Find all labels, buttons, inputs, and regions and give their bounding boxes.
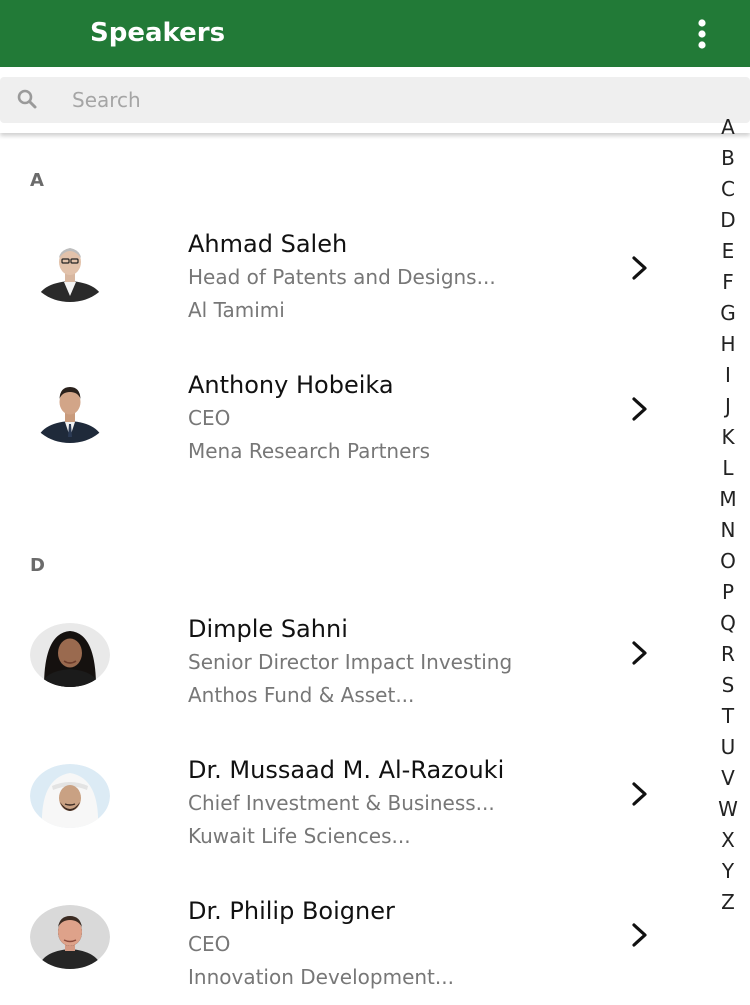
index-letter-p[interactable]: P <box>710 582 746 613</box>
index-letter-w[interactable]: W <box>710 799 746 830</box>
index-letter-v[interactable]: V <box>710 768 746 799</box>
avatar <box>30 238 110 302</box>
index-letter-g[interactable]: G <box>710 303 746 334</box>
avatar <box>30 905 110 969</box>
index-letter-c[interactable]: C <box>710 179 746 210</box>
more-vertical-icon[interactable] <box>686 14 718 54</box>
speaker-title: CEO <box>188 406 231 430</box>
index-letter-y[interactable]: Y <box>710 861 746 892</box>
index-letter-n[interactable]: N <box>710 520 746 551</box>
app-bar: Speakers <box>0 0 750 67</box>
search-input[interactable] <box>72 83 632 117</box>
index-letter-f[interactable]: F <box>710 272 746 303</box>
speaker-name: Dr. Philip Boigner <box>188 897 395 925</box>
speaker-name: Ahmad Saleh <box>188 230 348 258</box>
index-letter-k[interactable]: K <box>710 427 746 458</box>
chevron-right-icon[interactable] <box>628 639 652 667</box>
index-letter-e[interactable]: E <box>710 241 746 272</box>
index-letter-x[interactable]: X <box>710 830 746 861</box>
speaker-name: Dimple Sahni <box>188 615 348 643</box>
speaker-title: CEO <box>188 932 231 956</box>
index-letter-d[interactable]: D <box>710 210 746 241</box>
search-box[interactable] <box>0 77 750 123</box>
chevron-right-icon[interactable] <box>628 921 652 949</box>
index-letter-u[interactable]: U <box>710 737 746 768</box>
index-letter-b[interactable]: B <box>710 148 746 179</box>
section-header-d: D <box>30 555 45 576</box>
chevron-right-icon[interactable] <box>628 395 652 423</box>
speaker-organization: Innovation Development... <box>188 965 454 989</box>
chevron-right-icon[interactable] <box>628 254 652 282</box>
speaker-title: Head of Patents and Designs... <box>188 265 496 289</box>
speaker-title: Senior Director Impact Investing <box>188 650 513 674</box>
search-bar <box>0 67 750 133</box>
index-letter-h[interactable]: H <box>710 334 746 365</box>
index-letter-o[interactable]: O <box>710 551 746 582</box>
index-letter-q[interactable]: Q <box>710 613 746 644</box>
index-letter-s[interactable]: S <box>710 675 746 706</box>
index-letter-j[interactable]: J <box>710 396 746 427</box>
speaker-organization: Anthos Fund & Asset... <box>188 683 415 707</box>
speaker-row-anthony-hobeika[interactable]: Anthony Hobeika CEO Mena Research Partne… <box>0 359 700 479</box>
avatar <box>30 379 110 443</box>
speaker-row-mussaad-al-razouki[interactable]: Dr. Mussaad M. Al-Razouki Chief Investme… <box>0 744 700 864</box>
speaker-row-ahmad-saleh[interactable]: Ahmad Saleh Head of Patents and Designs.… <box>0 218 700 338</box>
speaker-row-dimple-sahni[interactable]: Dimple Sahni Senior Director Impact Inve… <box>0 603 700 723</box>
speaker-row-philip-boigner[interactable]: Dr. Philip Boigner CEO Innovation Develo… <box>0 885 700 1005</box>
speaker-title: Chief Investment & Business... <box>188 791 495 815</box>
search-icon <box>15 87 39 111</box>
speaker-organization: Al Tamimi <box>188 298 285 322</box>
speaker-name: Anthony Hobeika <box>188 371 394 399</box>
chevron-right-icon[interactable] <box>628 780 652 808</box>
index-letter-r[interactable]: R <box>710 644 746 675</box>
index-letter-m[interactable]: M <box>710 489 746 520</box>
page-title: Speakers <box>90 18 226 48</box>
avatar <box>30 764 110 828</box>
section-header-a: A <box>30 170 44 191</box>
index-letter-z[interactable]: Z <box>710 892 746 923</box>
alphabet-index: ABCDEFGHIJKLMNOPQRSTUVWXYZ <box>710 117 746 923</box>
speaker-organization: Kuwait Life Sciences... <box>188 824 411 848</box>
speaker-organization: Mena Research Partners <box>188 439 431 463</box>
index-letter-l[interactable]: L <box>710 458 746 489</box>
index-letter-a[interactable]: A <box>710 117 746 148</box>
avatar <box>30 623 110 687</box>
speaker-name: Dr. Mussaad M. Al-Razouki <box>188 756 505 784</box>
index-letter-i[interactable]: I <box>710 365 746 396</box>
index-letter-t[interactable]: T <box>710 706 746 737</box>
